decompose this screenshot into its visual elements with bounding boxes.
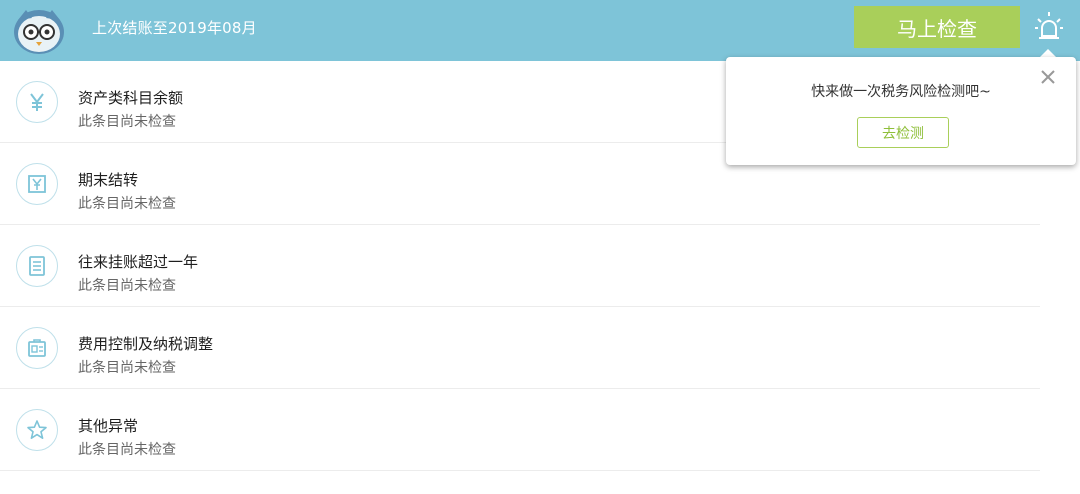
- check-item-title: 其他异常: [78, 417, 139, 435]
- check-item-other-anomalies[interactable]: 其他异常 此条目尚未检查: [0, 389, 1040, 471]
- expense-control-icon: [16, 327, 58, 369]
- star-icon: [16, 409, 58, 451]
- check-item-title: 费用控制及纳税调整: [78, 335, 214, 353]
- check-item-title: 往来挂账超过一年: [78, 253, 199, 271]
- top-bar: 上次结账至2019年08月 马上检查: [0, 0, 1080, 61]
- check-item-status: 此条目尚未检查: [78, 278, 176, 294]
- check-now-button[interactable]: 马上检查: [854, 6, 1020, 48]
- check-item-status: 此条目尚未检查: [78, 442, 176, 458]
- owl-avatar-icon[interactable]: [12, 4, 66, 56]
- yen-icon: [16, 81, 58, 123]
- document-list-icon: [16, 245, 58, 287]
- check-item-expense-control[interactable]: 费用控制及纳税调整 此条目尚未检查: [0, 307, 1040, 389]
- check-item-status: 此条目尚未检查: [78, 114, 176, 130]
- check-item-title: 期末结转: [78, 171, 139, 189]
- check-item-status: 此条目尚未检查: [78, 360, 176, 376]
- ledger-yen-icon: [16, 163, 58, 205]
- last-close-text: 上次结账至2019年08月: [92, 19, 257, 37]
- go-check-button[interactable]: 去检测: [857, 117, 949, 148]
- check-item-overdue-accounts[interactable]: 往来挂账超过一年 此条目尚未检查: [0, 225, 1040, 307]
- alarm-light-icon[interactable]: [1034, 10, 1064, 44]
- check-item-status: 此条目尚未检查: [78, 196, 176, 212]
- tax-risk-popup: 快来做一次税务风险检测吧~ 去检测: [726, 57, 1076, 165]
- check-item-title: 资产类科目余额: [78, 89, 184, 107]
- popup-message: 快来做一次税务风险检测吧~: [811, 84, 991, 100]
